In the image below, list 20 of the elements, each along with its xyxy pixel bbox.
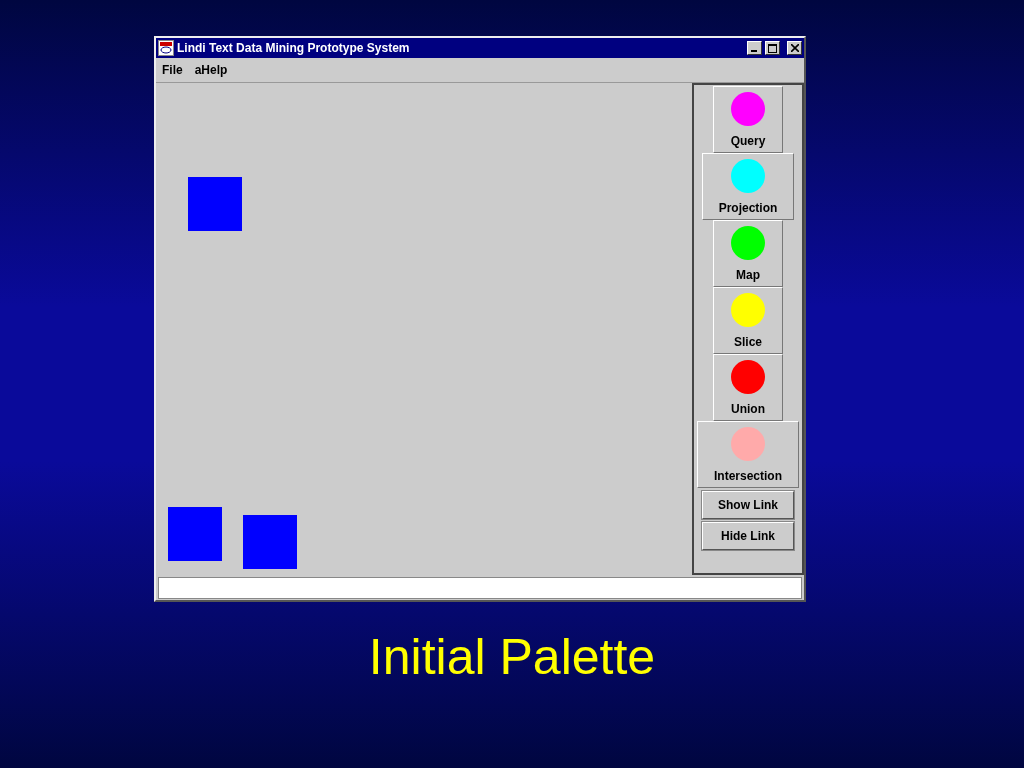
- palette-button[interactable]: Map: [713, 220, 783, 287]
- slide-caption: Initial Palette: [367, 632, 657, 682]
- menu-item[interactable]: aHelp: [188, 61, 234, 79]
- maximize-icon: [768, 43, 777, 53]
- node-square[interactable]: [188, 177, 242, 231]
- close-button[interactable]: [787, 41, 802, 55]
- palette-button[interactable]: Query: [713, 86, 783, 153]
- link-button[interactable]: Show Link: [702, 491, 794, 519]
- minimize-button[interactable]: [747, 41, 762, 55]
- palette-button[interactable]: Union: [713, 354, 783, 421]
- palette-button[interactable]: Projection: [701, 153, 795, 220]
- node-square[interactable]: [243, 515, 297, 569]
- palette-button[interactable]: Slice: [713, 287, 783, 354]
- window-title: Lindi Text Data Mining Prototype System: [177, 40, 410, 57]
- menu-item[interactable]: File: [156, 61, 189, 79]
- close-icon: [790, 44, 799, 52]
- palette-button[interactable]: Intersection: [697, 421, 799, 488]
- link-button[interactable]: Hide Link: [702, 522, 794, 550]
- maximize-button[interactable]: [765, 41, 780, 55]
- node-square[interactable]: [168, 507, 222, 561]
